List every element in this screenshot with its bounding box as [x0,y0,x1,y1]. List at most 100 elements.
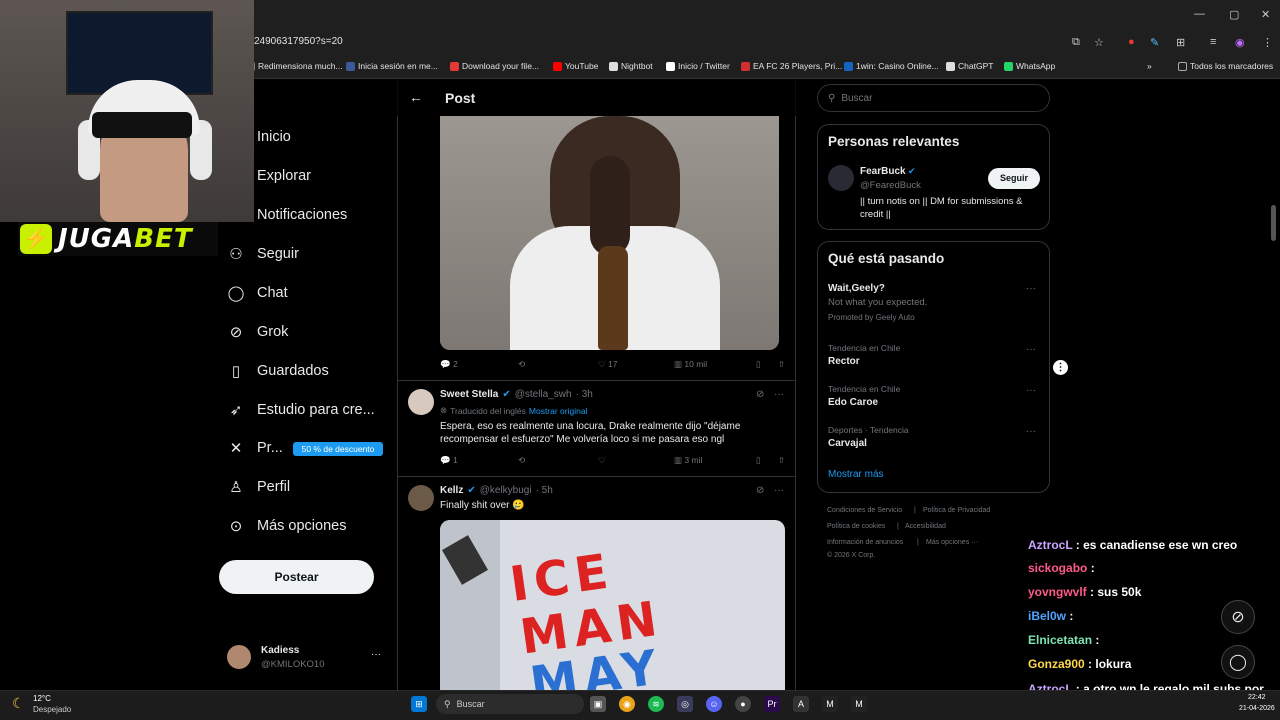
footer-link[interactable]: Política de Privacidad [923,507,990,514]
trend-more-icon[interactable]: ··· [1026,426,1036,437]
weather-desc[interactable]: Despejado [33,705,71,714]
nav-item-notificaciones[interactable]: ♫Notificaciones [227,206,347,224]
account-switcher[interactable]: Kadiess @KMILOKO10 ··· [227,643,387,675]
tweet-time[interactable]: · 5h [536,485,553,496]
trend-name[interactable]: Wait,Geely? [828,283,885,294]
show-original-link[interactable]: Mostrar original [529,406,588,416]
search-input[interactable]: ⚲ Buscar [817,84,1050,112]
author-handle[interactable]: @kelkybugi [480,485,532,496]
views-count[interactable]: ▥ 10 mil [674,359,756,370]
share-icon[interactable]: ⇧ [778,455,785,466]
trend-more-icon[interactable]: ··· [1026,283,1036,294]
windows-start-icon[interactable]: ⊞ [411,696,427,712]
reply-button[interactable]: 💬 1 [440,455,518,466]
like-button[interactable]: ♡ 17 [598,359,674,370]
footer-link[interactable]: Condiciones de Servicio [827,507,902,514]
bookmark-item[interactable]: Inicio / Twitter [666,61,730,71]
grok-icon[interactable]: ⊘ [756,389,764,400]
reply-button[interactable]: 💬 2 [440,359,518,370]
post-button[interactable]: Postear [219,560,374,594]
bookmark-item[interactable]: YouTube [553,61,598,71]
install-icon[interactable]: ⧉ [1072,36,1080,49]
bookmark-icon[interactable]: ▯ [756,359,778,370]
close-icon[interactable]: ✕ [1261,8,1270,21]
footer-link[interactable]: Información de anuncios [827,539,903,546]
trend-more-icon[interactable]: ··· [1026,385,1036,396]
taskbar-search[interactable]: ⚲ Buscar [436,694,584,714]
bookmark-item[interactable]: WhatsApp [1004,61,1055,71]
user-name[interactable]: FearBuck [860,166,906,177]
weather-temp[interactable]: 12°C [33,694,51,703]
task-view-icon[interactable]: ▣ [590,696,606,712]
views-count[interactable]: ▥ 3 mil [674,455,756,466]
author-handle[interactable]: @stella_swh [515,389,572,400]
premium-discount-badge[interactable]: 50 % de descuento [293,442,383,456]
author-name[interactable]: Sweet Stella [440,389,498,400]
footer-link[interactable]: Accesibilidad [905,523,946,530]
extension-red-icon[interactable]: ● [1128,36,1135,48]
nav-item-m-s-opciones[interactable]: ⊙ Más opciones [227,517,347,535]
bookmark-item[interactable]: Redimensiona much... [246,61,343,71]
info-icon[interactable]: ⋮ [1053,360,1068,375]
app-a-icon[interactable]: A [793,696,809,712]
bookmark-item[interactable]: 1win: Casino Online... [844,61,939,71]
menu-icon[interactable]: ⋮ [1262,36,1273,49]
follow-button[interactable]: Seguir [988,168,1040,189]
nav-item-chat[interactable]: ◯ Chat [227,284,288,302]
nav-item-explorar[interactable]: ⚲Explorar [227,167,311,185]
url-text[interactable]: 24906317950?s=20 [254,36,343,47]
footer-link[interactable]: Más opciones ··· [926,539,978,546]
clock-time[interactable]: 22:42 [1248,694,1266,701]
bookmark-item[interactable]: Download your file... [450,61,539,71]
tweet-media[interactable]: ICE MAN MAY [440,520,785,690]
trend-name[interactable]: Rector [828,356,860,367]
premiere-icon[interactable]: Pr [764,696,780,712]
grok-float-icon[interactable]: ⊘ [1221,600,1255,634]
nav-item-pr[interactable]: ✕ Pr... [227,439,283,457]
messages-float-icon[interactable]: ◯ [1221,645,1255,679]
avatar[interactable] [408,389,434,415]
extension-translate-icon[interactable]: ✎ [1150,36,1159,49]
nav-item-grok[interactable]: ⊘ Grok [227,323,289,341]
nav-item-guardados[interactable]: ▯ Guardados [227,362,329,380]
spotify-icon[interactable]: ≋ [648,696,664,712]
bookmark-item[interactable]: Inicia sesión en me... [346,61,438,71]
avatar[interactable] [408,485,434,511]
bookmark-icon[interactable]: ▯ [756,455,778,466]
profile-icon[interactable]: ◉ [1235,36,1245,49]
repost-button[interactable]: ⟲ [518,455,598,466]
bookmark-item[interactable]: EA FC 26 Players, Pri... [741,61,842,71]
nav-item-perfil[interactable]: ♙ Perfil [227,478,290,496]
trend-name[interactable]: Carvajal [828,438,867,449]
tweet-media[interactable] [440,116,779,350]
footer-link[interactable]: Política de cookies [827,523,885,530]
scrollbar-thumb[interactable] [1271,205,1276,241]
app-m2-icon[interactable]: M [851,696,867,712]
maximize-icon[interactable]: ▢ [1229,8,1239,21]
bookmark-item[interactable]: ChatGPT [946,61,993,71]
minimize-icon[interactable]: — [1194,8,1205,20]
author-name[interactable]: Kellz [440,485,463,496]
repost-button[interactable]: ⟲ [518,359,598,370]
trend-more-icon[interactable]: ··· [1026,344,1036,355]
all-bookmarks[interactable]: Todos los marcadores [1178,61,1273,71]
back-icon[interactable]: ← [409,89,423,105]
nav-item-estudio-para-cre[interactable]: ➶ Estudio para cre... [227,401,375,419]
discord-icon[interactable]: ☺ [706,696,722,712]
user-handle[interactable]: @FearedBuck [860,180,921,191]
show-more-link[interactable]: Mostrar más [828,469,884,480]
more-icon[interactable]: ··· [774,389,784,400]
extensions-icon[interactable]: ⊞ [1176,36,1185,49]
chrome-icon[interactable]: ◉ [619,696,635,712]
app-icon[interactable]: ◎ [677,696,693,712]
grok-icon[interactable]: ⊘ [756,485,764,496]
trend-name[interactable]: Edo Caroe [828,397,878,408]
share-icon[interactable]: ⇧ [778,359,785,370]
obs-icon[interactable]: ● [735,696,751,712]
tweet-time[interactable]: · 3h [576,389,593,400]
nav-item-inicio[interactable]: ⌂Inicio [227,128,291,146]
bookmark-item[interactable]: Nightbot [609,61,653,71]
star-icon[interactable]: ☆ [1094,36,1104,49]
clock-date[interactable]: 21-04-2026 [1239,705,1275,712]
playlist-icon[interactable]: ≡ [1210,36,1216,48]
